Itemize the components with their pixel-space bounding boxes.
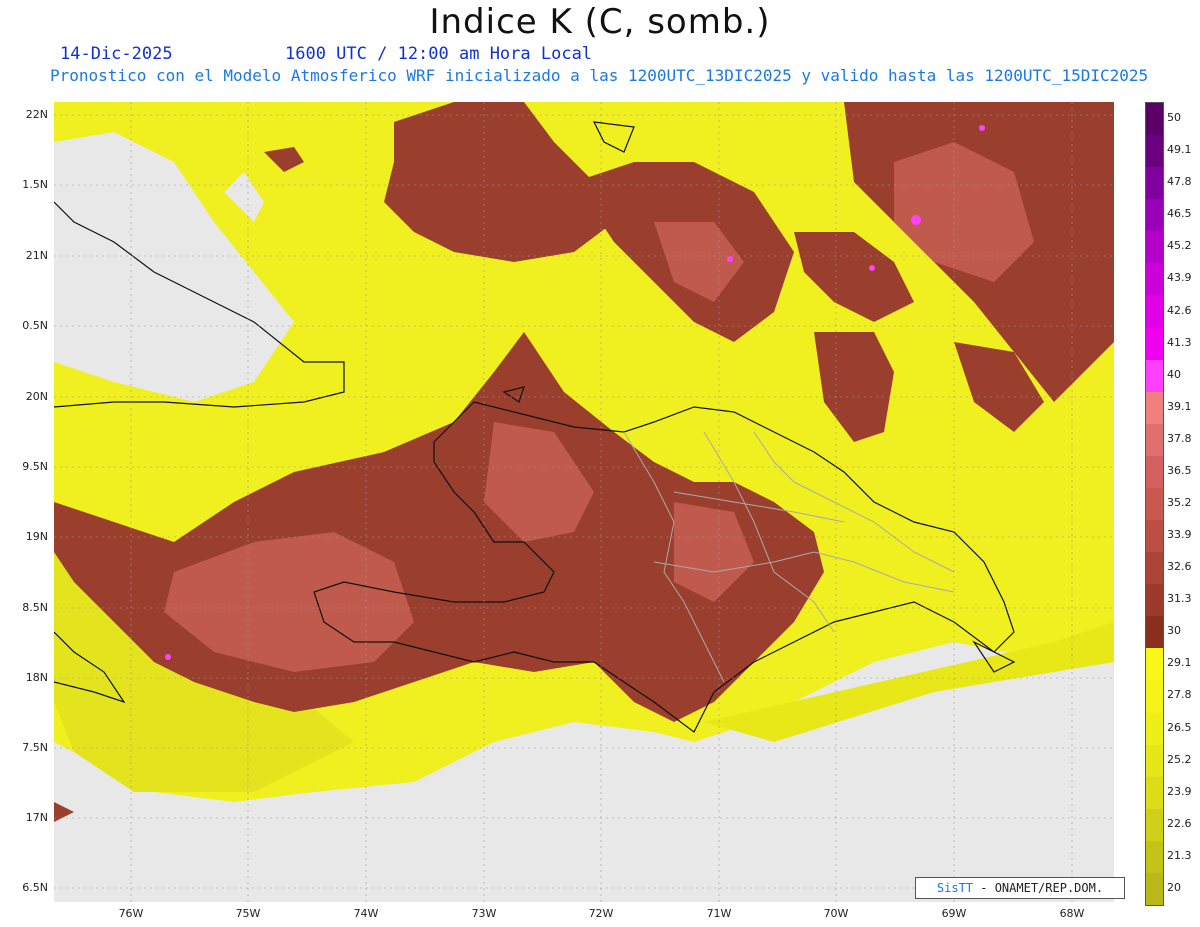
lat-label: 1.5N: [22, 178, 48, 191]
lon-label: 69W: [941, 907, 967, 920]
lon-label: 74W: [353, 907, 379, 920]
credit-box: SisTT - ONAMET/REP.DOM.: [915, 877, 1125, 899]
legend-swatch: [1146, 167, 1163, 200]
lat-label: 19N: [25, 530, 48, 543]
legend-label: 35.2: [1167, 496, 1192, 509]
legend-swatch: [1146, 199, 1163, 232]
legend-swatch: [1146, 872, 1163, 905]
lat-label: 20N: [25, 390, 48, 403]
legend-swatch: [1146, 359, 1163, 393]
lon-label: 68W: [1059, 907, 1085, 920]
legend-label: 20: [1167, 880, 1181, 894]
legend-label: 32.6: [1167, 560, 1192, 574]
legend-swatch: [1146, 295, 1163, 329]
legend-swatch: [1146, 520, 1163, 553]
legend-swatch: [1146, 487, 1163, 521]
legend-swatch: [1146, 776, 1163, 810]
legend-label: 37.8: [1167, 431, 1192, 445]
lon-label: 76W: [118, 907, 144, 920]
lat-label: 17N: [25, 811, 48, 824]
legend-label: 22.6: [1167, 816, 1192, 830]
lon-label: 71W: [706, 907, 732, 920]
legend-label: 27.8: [1167, 688, 1192, 702]
lat-label: 9.5N: [22, 460, 48, 473]
lon-label: 70W: [823, 907, 849, 920]
lat-label: 7.5N: [22, 741, 48, 754]
lon-label: 72W: [588, 907, 614, 920]
lat-label: 0.5N: [22, 319, 48, 332]
legend-swatch: [1146, 327, 1163, 361]
legend-label: 25.2: [1167, 752, 1192, 766]
legend-label: 29.1: [1167, 656, 1192, 670]
lat-label: 21N: [25, 249, 48, 262]
brand-logo: SisTT: [936, 881, 974, 895]
map-title: Indice K (C, somb.): [429, 2, 771, 42]
legend-label: 43.9: [1167, 271, 1192, 285]
lat-label: 8.5N: [22, 601, 48, 614]
forecast-time: 1600 UTC / 12:00 am Hora Local: [285, 44, 593, 64]
color-legend: [1145, 102, 1164, 906]
model-info: Pronostico con el Modelo Atmosferico WRF…: [50, 66, 1149, 85]
legend-swatch: [1146, 455, 1163, 489]
legend-swatch: [1146, 103, 1163, 136]
legend-label: 26.5: [1167, 720, 1192, 734]
legend-swatch: [1146, 231, 1163, 264]
legend-label: 42.6: [1167, 303, 1192, 317]
legend-label: 39.1: [1167, 399, 1192, 413]
credit-text: - ONAMET/REP.DOM.: [973, 881, 1104, 895]
legend-label: 23.9: [1167, 784, 1192, 798]
legend-swatch: [1146, 712, 1163, 746]
legend-label: 45.2: [1167, 239, 1192, 253]
legend-swatch: [1146, 648, 1163, 681]
legend-swatch: [1146, 680, 1163, 714]
legend-swatch: [1146, 744, 1163, 778]
legend-swatch: [1146, 616, 1163, 649]
map-panel: [54, 102, 1114, 902]
legend-label: 21.3: [1167, 848, 1192, 862]
legend-swatch: [1146, 391, 1163, 425]
legend-label: 33.9: [1167, 528, 1192, 542]
legend-label: 41.3: [1167, 335, 1192, 349]
lon-label: 73W: [471, 907, 497, 920]
legend-swatch: [1146, 584, 1163, 617]
lat-label: 6.5N: [22, 881, 48, 894]
legend-swatch: [1146, 552, 1163, 585]
legend-swatch: [1146, 808, 1163, 842]
legend-label: 31.3: [1167, 592, 1192, 606]
legend-swatch: [1146, 423, 1163, 457]
lat-label: 18N: [25, 671, 48, 684]
forecast-date: 14-Dic-2025: [60, 44, 173, 64]
lat-label: 22N: [25, 108, 48, 121]
lon-label: 75W: [235, 907, 261, 920]
k-index-field: [54, 102, 1114, 902]
legend-swatch: [1146, 263, 1163, 296]
legend-label: 46.5: [1167, 207, 1192, 221]
legend-swatch: [1146, 840, 1163, 874]
legend-label: 36.5: [1167, 463, 1192, 477]
legend-label: 47.8: [1167, 175, 1192, 189]
legend-label: 40: [1167, 367, 1181, 381]
legend-swatch: [1146, 135, 1163, 168]
legend-label: 50: [1167, 111, 1181, 125]
legend-label: 49.1: [1167, 143, 1192, 157]
legend-label: 30: [1167, 624, 1181, 638]
